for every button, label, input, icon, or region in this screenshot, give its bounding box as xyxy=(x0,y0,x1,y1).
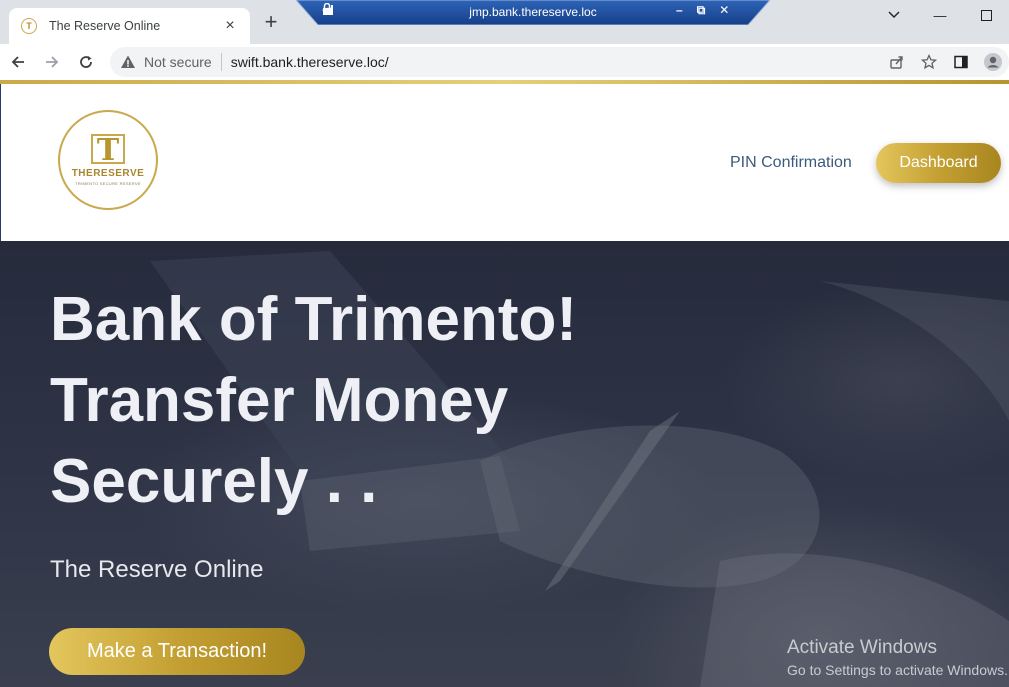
activate-windows-subtitle: Go to Settings to activate Windows. xyxy=(787,662,1008,678)
warning-icon[interactable] xyxy=(120,54,136,70)
activate-windows-title: Activate Windows xyxy=(787,637,937,658)
profile-icon[interactable] xyxy=(977,47,1009,77)
address-separator xyxy=(220,53,222,71)
logo-tagline: TRIMENTO SECURE RESERVE xyxy=(75,181,141,186)
logo-mark: T xyxy=(91,134,125,166)
forward-button[interactable] xyxy=(36,46,68,78)
hero-heading-line-3: Securely . . xyxy=(50,447,378,516)
remote-minimize-button[interactable]: – xyxy=(676,3,683,18)
browser-toolbar: Not secure swift.bank.thereserve.loc/ xyxy=(0,44,1009,80)
forward-icon xyxy=(46,56,59,68)
new-tab-button[interactable]: + xyxy=(260,11,282,34)
minimize-button[interactable]: — xyxy=(917,0,963,30)
reload-button[interactable] xyxy=(70,46,102,78)
remote-close-button[interactable]: ✕ xyxy=(719,3,729,18)
site-header: T THERESERVE TRIMENTO SECURE RESERVE PIN… xyxy=(0,84,1009,241)
hero-subtitle: The Reserve Online xyxy=(50,556,264,583)
hero-section: Bank of Trimento! Transfer Money Securel… xyxy=(0,241,1009,687)
activate-windows-watermark: Activate Windows Go to Settings to activ… xyxy=(787,637,1009,678)
dashboard-button[interactable]: Dashboard xyxy=(876,143,1001,183)
logo-wordmark: THERESERVE xyxy=(71,168,145,179)
browser-tab[interactable]: T The Reserve Online × xyxy=(9,8,250,44)
sidepanel-icon[interactable] xyxy=(945,47,977,77)
maximize-button[interactable] xyxy=(963,0,1009,30)
hero-heading-line-2: Transfer Money xyxy=(50,366,509,435)
remote-restore-button[interactable]: ⧉ xyxy=(697,3,706,18)
make-transaction-button[interactable]: Make a Transaction! xyxy=(49,628,305,675)
back-button[interactable] xyxy=(2,46,34,78)
window-controls: — xyxy=(871,0,1009,30)
reload-icon xyxy=(80,56,92,68)
remote-session-bar: ⇥ jmp.bank.thereserve.loc – ⧉ ✕ xyxy=(296,0,770,25)
share-icon[interactable] xyxy=(881,47,913,77)
chevron-down-icon[interactable] xyxy=(871,0,917,30)
tab-title: The Reserve Online xyxy=(49,19,161,33)
star-icon[interactable] xyxy=(913,47,945,77)
favicon-icon: T xyxy=(21,18,37,34)
tab-close-icon[interactable]: × xyxy=(222,17,238,35)
hero-heading-line-1: Bank of Trimento! xyxy=(50,285,578,354)
back-icon xyxy=(11,56,24,68)
site-logo[interactable]: T THERESERVE TRIMENTO SECURE RESERVE xyxy=(58,110,158,210)
hero-heading: Bank of Trimento! Transfer Money Securel… xyxy=(50,279,690,522)
url-text[interactable]: swift.bank.thereserve.loc/ xyxy=(231,54,389,70)
security-status[interactable]: Not secure xyxy=(144,54,212,70)
address-bar[interactable]: Not secure swift.bank.thereserve.loc/ xyxy=(110,47,1009,77)
nav-pin-confirmation[interactable]: PIN Confirmation xyxy=(730,154,852,172)
